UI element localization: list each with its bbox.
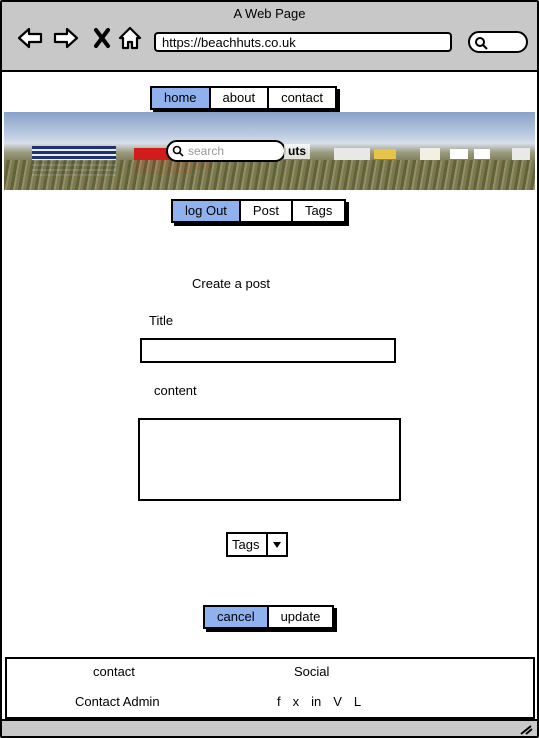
top-nav: home about contact (150, 86, 337, 110)
beach-hut-image (474, 149, 490, 159)
beach-hut-image (334, 148, 370, 160)
beach-hut-image (512, 148, 530, 160)
grass-foreground (4, 160, 535, 190)
tags-select[interactable]: Tags (226, 532, 288, 557)
page-title: Create a post (192, 276, 271, 291)
title-input[interactable] (140, 338, 396, 363)
url-bar[interactable]: https://beachhuts.co.uk (154, 32, 452, 52)
back-arrow-icon[interactable] (16, 24, 44, 52)
hero-search-input[interactable]: search (166, 140, 286, 162)
home-icon[interactable] (116, 24, 144, 52)
resize-grip-icon[interactable] (519, 723, 533, 735)
beach-hut-image (450, 149, 468, 159)
sub-nav: log Out Post Tags (171, 199, 347, 223)
beach-hut-image (420, 148, 440, 160)
close-icon[interactable] (88, 24, 116, 52)
nav-log-out[interactable]: log Out (173, 201, 241, 221)
status-bar (2, 719, 537, 736)
social-link-l[interactable]: L (354, 694, 361, 709)
nav-about[interactable]: about (211, 88, 270, 108)
nav-tags[interactable]: Tags (293, 201, 344, 221)
title-label: Title (149, 313, 174, 328)
browser-search-field[interactable] (468, 31, 528, 53)
form-actions: cancel update (203, 605, 335, 629)
window-title: A Web Page (233, 6, 306, 21)
beach-hut-image (374, 149, 396, 159)
hero-site-label: uts (284, 144, 310, 159)
social-link-v[interactable]: V (333, 694, 342, 709)
nav-contact[interactable]: contact (269, 88, 335, 108)
search-icon (172, 145, 184, 157)
content-textarea[interactable] (138, 418, 401, 501)
browser-chrome: A Web Page https://beachhuts.co.uk (2, 2, 537, 72)
footer: contact Social Contact Admin f x in V L (5, 657, 535, 719)
content-label: content (154, 383, 197, 398)
hero-banner: search uts (4, 112, 535, 190)
footer-social-heading: Social (294, 664, 330, 679)
chevron-down-icon (268, 534, 286, 555)
nav-home[interactable]: home (152, 88, 211, 108)
tags-select-value: Tags (228, 534, 268, 555)
social-link-facebook[interactable]: f (277, 694, 281, 709)
update-button[interactable]: update (269, 607, 333, 627)
forward-arrow-icon[interactable] (52, 24, 80, 52)
nav-post[interactable]: Post (241, 201, 293, 221)
search-icon (475, 37, 488, 50)
social-links: f x in V L (277, 694, 361, 709)
contact-admin-link[interactable]: Contact Admin (75, 694, 160, 709)
footer-contact-heading: contact (93, 664, 135, 679)
cancel-button[interactable]: cancel (205, 607, 269, 627)
search-placeholder: search (188, 144, 225, 158)
social-link-x[interactable]: x (293, 694, 300, 709)
social-link-linkedin[interactable]: in (311, 694, 321, 709)
